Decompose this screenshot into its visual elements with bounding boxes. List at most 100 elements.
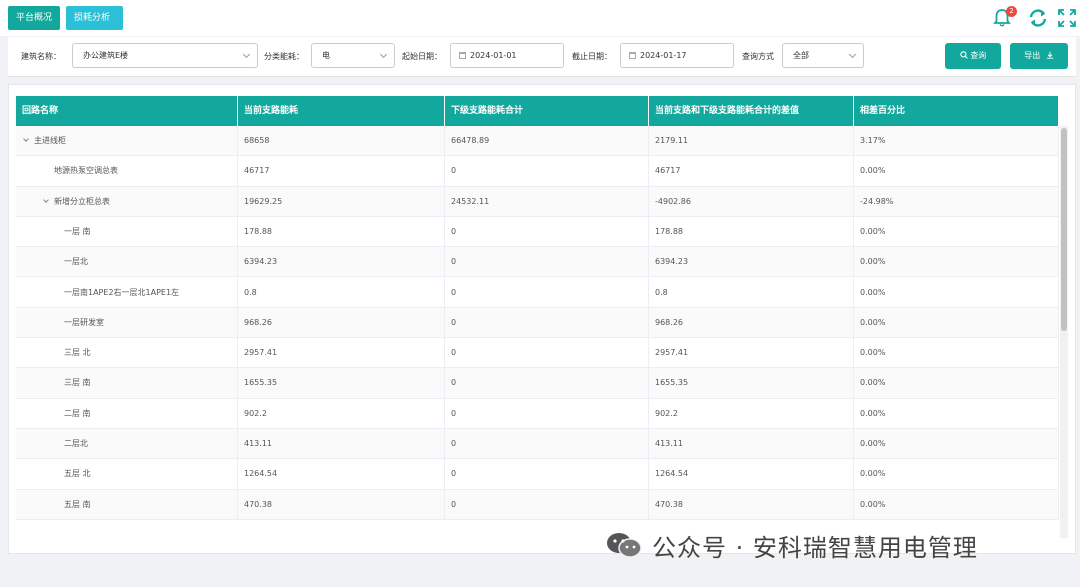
circuit-name: 二层北 xyxy=(64,439,88,448)
cell-circuit-name: 一层 南 xyxy=(16,216,238,247)
chevron-down-icon[interactable] xyxy=(23,136,29,142)
cell-difference: 968.26 xyxy=(649,307,854,338)
table-panel: 回路名称 当前支路能耗 下级支路能耗合计 当前支路和下级支路能耗合计的差值 相差… xyxy=(8,84,1076,554)
table-row[interactable]: 三层 北 2957.41 0 2957.41 0.00% xyxy=(16,338,1059,369)
category-select[interactable]: 电 xyxy=(311,43,395,68)
cell-circuit-name: 三层 南 xyxy=(16,368,238,399)
refresh-icon[interactable] xyxy=(1028,8,1048,28)
cell-percentage: 0.00% xyxy=(854,307,1059,338)
building-select[interactable]: 办公建筑E楼 xyxy=(72,43,258,68)
cell-sub-total: 0 xyxy=(445,247,649,278)
circuit-name: 一层北 xyxy=(64,257,88,267)
start-date-label: 起始日期： xyxy=(402,52,442,61)
scrollbar-thumb[interactable] xyxy=(1061,128,1067,331)
table-row[interactable]: 二层 南 902.2 0 902.2 0.00% xyxy=(16,398,1059,429)
cell-current-consumption: 68658 xyxy=(238,126,445,156)
tab-bar: 平台概况 损耗分析× 2 xyxy=(0,0,1080,47)
start-date-input[interactable]: 2024-01-01 xyxy=(450,43,564,68)
column-header-circuit-name: 回路名称 xyxy=(16,96,238,126)
tab-loss-analysis[interactable]: 损耗分析× xyxy=(66,6,123,47)
circuit-name: 一层 南 xyxy=(64,226,91,236)
cell-circuit-name: 五层 北 xyxy=(16,459,238,490)
query-button-label: 查询 xyxy=(970,51,987,60)
cell-difference: 1264.54 xyxy=(649,459,854,490)
cell-circuit-name: 一层北 xyxy=(16,247,238,278)
table-row[interactable]: 五层 南 470.38 0 470.38 0.00% xyxy=(16,489,1059,520)
cell-percentage: 0.00% xyxy=(854,429,1059,459)
tab-label: 损耗分析 xyxy=(74,13,111,23)
cell-circuit-name: 二层 南 xyxy=(16,398,238,429)
cell-difference: -4902.86 xyxy=(649,186,854,217)
cell-sub-total: 0 xyxy=(445,338,649,369)
column-header-current-consumption: 当前支路能耗 xyxy=(238,96,445,126)
query-mode-value: 全部 xyxy=(793,51,809,60)
cell-difference: 0.8 xyxy=(649,277,854,308)
cell-sub-total: 66478.89 xyxy=(445,126,649,156)
table-row[interactable]: 二层北 413.11 0 413.11 0.00% xyxy=(16,429,1059,460)
building-value: 办公建筑E楼 xyxy=(83,51,129,60)
cell-sub-total: 0 xyxy=(445,156,649,187)
cell-percentage: 0.00% xyxy=(854,216,1059,247)
circuit-name: 新增分立柜总表 xyxy=(54,196,110,206)
table-row[interactable]: 三层 南 1655.35 0 1655.35 0.00% xyxy=(16,368,1059,399)
export-button[interactable]: 导出 xyxy=(1010,43,1068,69)
category-label: 分类能耗： xyxy=(264,52,304,61)
cell-difference: 470.38 xyxy=(649,489,854,520)
query-mode-select[interactable]: 全部 xyxy=(782,43,864,68)
table-row[interactable]: 五层 北 1264.54 0 1264.54 0.00% xyxy=(16,459,1059,490)
table-row[interactable]: 一层北 6394.23 0 6394.23 0.00% xyxy=(16,247,1059,278)
cell-sub-total: 24532.11 xyxy=(445,186,649,217)
cell-difference: 902.2 xyxy=(649,398,854,429)
circuit-name: 五层 北 xyxy=(64,469,91,479)
cell-current-consumption: 968.26 xyxy=(238,307,445,338)
column-header-difference: 当前支路和下级支路能耗合计的差值 xyxy=(649,96,854,126)
cell-sub-total: 0 xyxy=(445,307,649,338)
chevron-down-icon xyxy=(379,50,388,59)
cell-sub-total: 0 xyxy=(445,216,649,247)
end-date-value: 2024-01-17 xyxy=(640,51,687,60)
cell-percentage: 0.00% xyxy=(854,277,1059,308)
circuit-name: 一层研发室 xyxy=(64,317,104,327)
cell-circuit-name: 二层北 xyxy=(16,429,238,459)
cell-difference: 1655.35 xyxy=(649,368,854,399)
chevron-down-icon[interactable] xyxy=(43,196,49,203)
start-date-value: 2024-01-01 xyxy=(470,51,517,60)
query-button[interactable]: 查询 xyxy=(945,43,1001,69)
cell-difference: 178.88 xyxy=(649,216,854,247)
fullscreen-icon[interactable] xyxy=(1057,8,1077,28)
table-row[interactable]: 地源热泵空调总表 46717 0 46717 0.00% xyxy=(16,156,1059,187)
cell-circuit-name: 地源热泵空调总表 xyxy=(16,156,238,187)
circuit-name: 三层 北 xyxy=(64,348,91,358)
cell-percentage: 0.00% xyxy=(854,398,1059,429)
search-icon xyxy=(959,51,968,59)
cell-difference: 2957.41 xyxy=(649,338,854,369)
end-date-input[interactable]: 2024-01-17 xyxy=(620,43,734,68)
table-row[interactable]: 一层 南 178.88 0 178.88 0.00% xyxy=(16,216,1059,248)
cell-current-consumption: 178.88 xyxy=(238,216,445,247)
cell-current-consumption: 1655.35 xyxy=(238,368,445,399)
cell-circuit-name: 五层 南 xyxy=(16,489,238,520)
cell-sub-total: 0 xyxy=(445,398,649,429)
cell-current-consumption: 46717 xyxy=(238,156,445,187)
cell-percentage: 0.00% xyxy=(854,368,1059,399)
cell-sub-total: 0 xyxy=(445,368,649,399)
cell-percentage: -24.98% xyxy=(854,186,1059,217)
cell-percentage: 0.00% xyxy=(854,489,1059,520)
table-row[interactable]: 一层南1APE2右一层北1APE1左 0.8 0 0.8 0.00% xyxy=(16,277,1059,308)
tab-platform-overview[interactable]: 平台概况 xyxy=(8,6,60,30)
table-row[interactable]: 一层研发室 968.26 0 968.26 0.00% xyxy=(16,307,1059,339)
cell-percentage: 0.00% xyxy=(854,156,1059,187)
table-row[interactable]: 主进线柜 68658 66478.89 2179.11 3.17% xyxy=(16,126,1059,157)
table-row[interactable]: 新增分立柜总表 19629.25 24532.11 -4902.86 -24.98% xyxy=(16,186,1059,217)
cell-circuit-name: 一层南1APE2右一层北1APE1左 xyxy=(16,277,238,308)
circuit-name: 三层 南 xyxy=(64,378,91,388)
cell-circuit-name: 新增分立柜总表 xyxy=(16,186,238,217)
column-header-percentage: 相差百分比 xyxy=(854,96,1059,126)
cell-sub-total: 0 xyxy=(445,277,649,308)
cell-current-consumption: 0.8 xyxy=(238,277,445,308)
cell-current-consumption: 19629.25 xyxy=(238,186,445,217)
circuit-name: 一层南1APE2右一层北1APE1左 xyxy=(64,287,180,297)
page: 平台概况 损耗分析× 2 建筑名称： 办公建筑E楼 分类能耗： 电 xyxy=(0,0,1080,587)
chevron-down-icon xyxy=(242,50,251,59)
cell-current-consumption: 470.38 xyxy=(238,489,445,520)
